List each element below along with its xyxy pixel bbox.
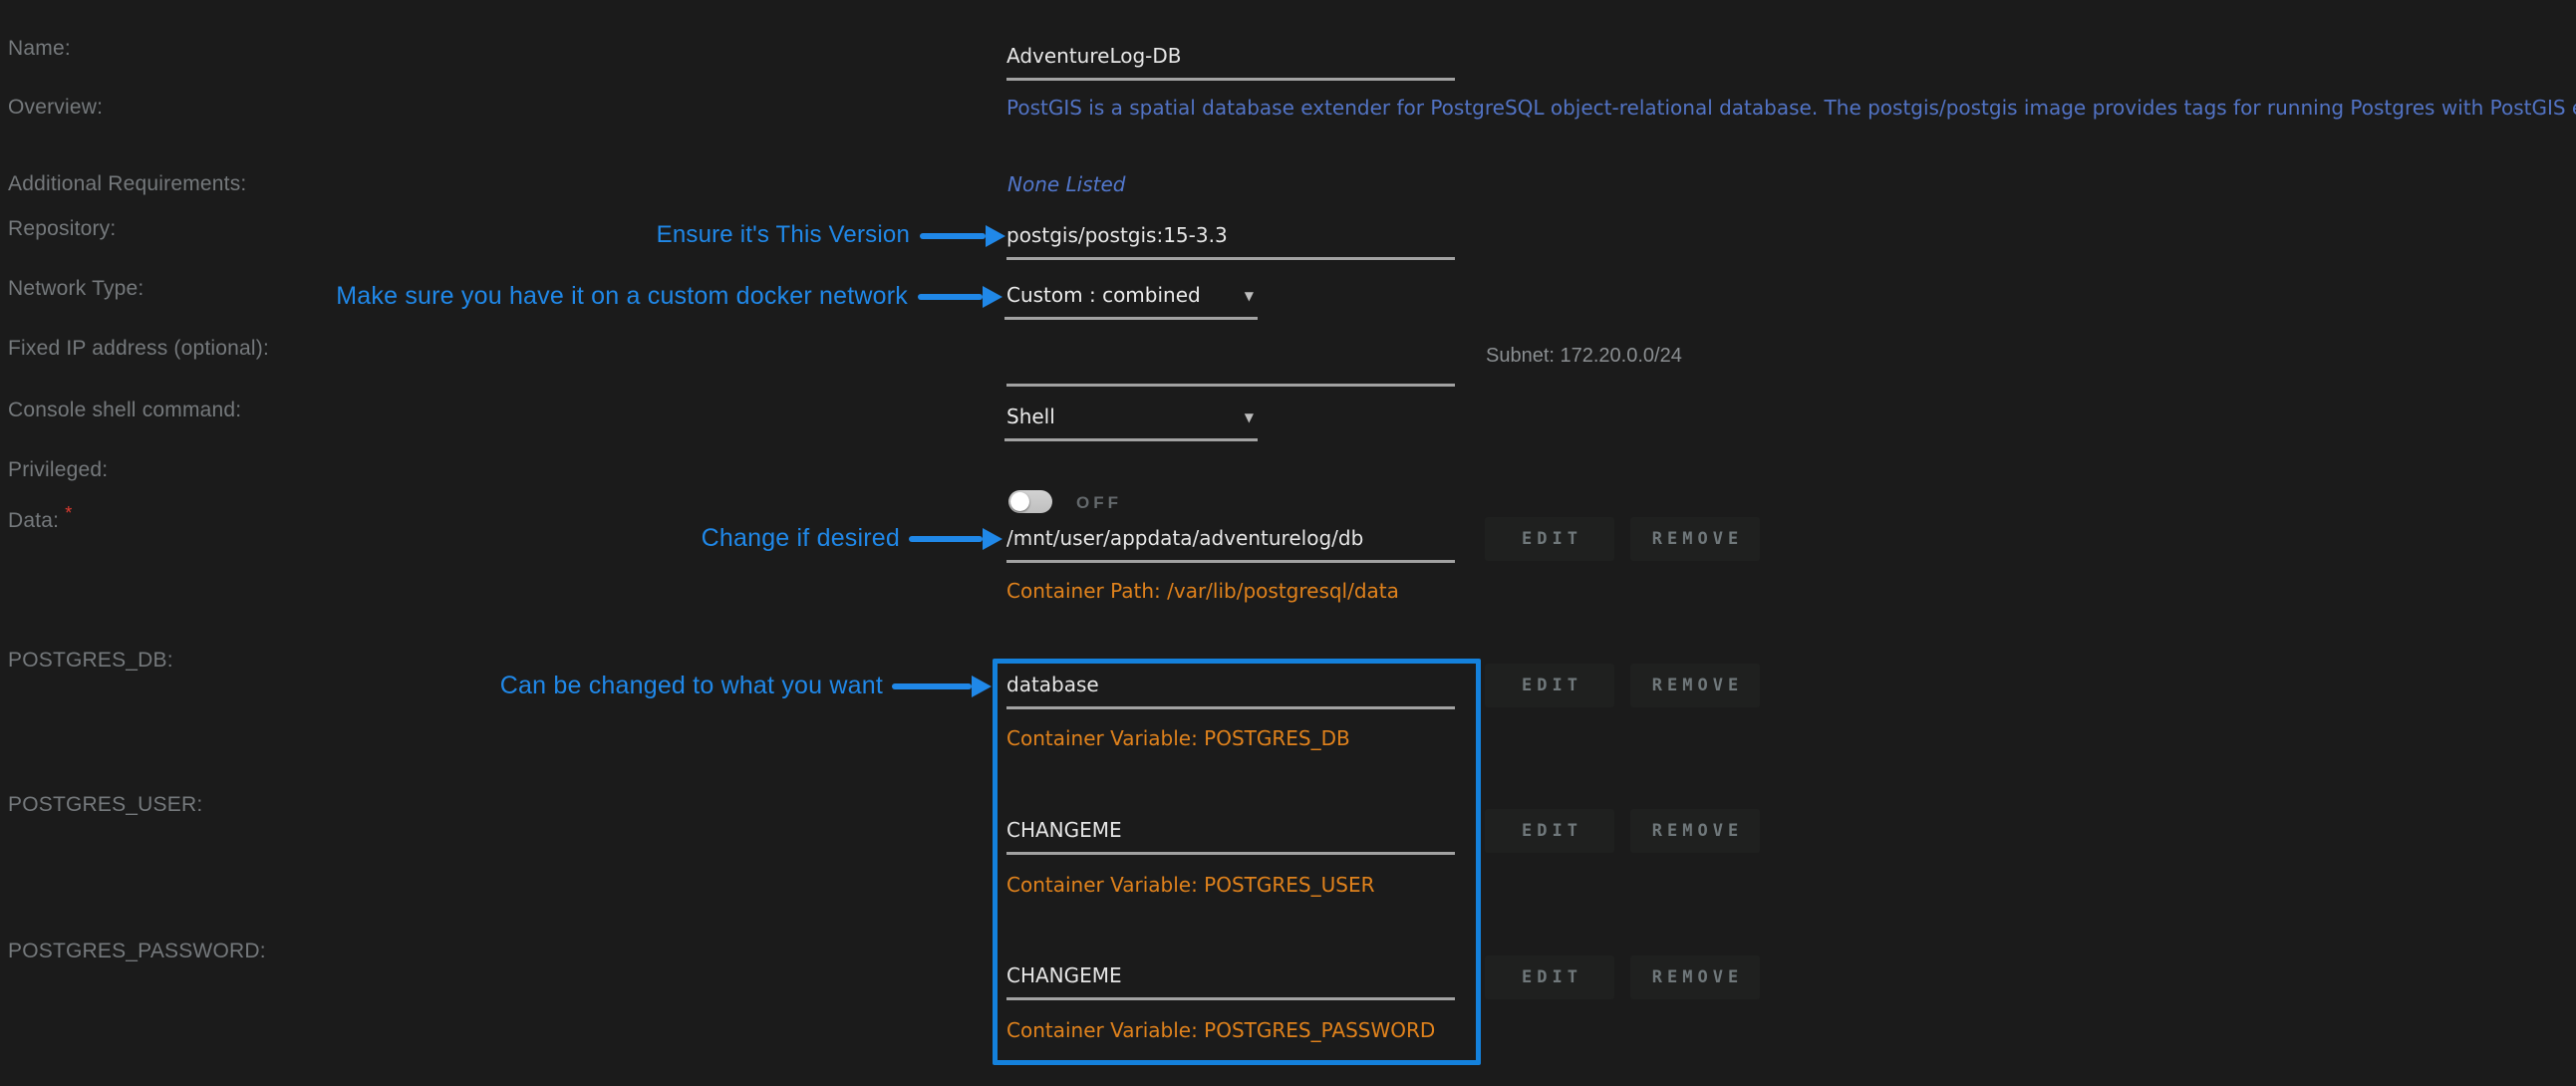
postgres-user-input[interactable] (1006, 818, 1455, 855)
annotation-data: Change if desired (601, 524, 900, 553)
network-type-selected-value: Custom : combined (1006, 283, 1201, 307)
privileged-toggle[interactable] (1008, 490, 1052, 513)
name-label: Name: (8, 36, 71, 62)
data-label-text: Data: (8, 509, 59, 532)
annotation-postgres-db: Can be changed to what you want (434, 672, 883, 700)
privileged-toggle-state: OFF (1076, 493, 1122, 513)
toggle-knob-icon (1010, 492, 1029, 511)
annotation-data-arrow (909, 536, 983, 542)
console-shell-selected-value: Shell (1006, 405, 1055, 428)
arrow-head-icon (972, 676, 992, 697)
chevron-down-icon: ▼ (1245, 289, 1254, 303)
overview-label: Overview: (8, 95, 103, 121)
data-remove-button[interactable]: REMOVE (1630, 517, 1760, 561)
arrow-head-icon (983, 286, 1002, 308)
overview-text: PostGIS is a spatial database extender f… (1006, 96, 2576, 120)
additional-requirements-value: None Listed (1007, 172, 1126, 196)
docker-container-settings-page: Name: Overview: Additional Requirements:… (0, 0, 2576, 1086)
console-shell-label: Console shell command: (8, 398, 241, 423)
highlight-box (993, 659, 1481, 1065)
postgres-db-input[interactable] (1006, 673, 1455, 709)
privileged-label: Privileged: (8, 457, 108, 483)
chevron-down-icon: ▼ (1245, 410, 1254, 424)
postgres-user-variable-helper: Container Variable: POSTGRES_USER (1006, 873, 1374, 897)
postgres-db-variable-helper: Container Variable: POSTGRES_DB (1006, 726, 1350, 750)
postgres-password-edit-button[interactable]: EDIT (1485, 955, 1614, 999)
postgres-password-variable-helper: Container Variable: POSTGRES_PASSWORD (1006, 1018, 1435, 1042)
additional-requirements-label: Additional Requirements: (8, 171, 246, 197)
postgres-db-remove-button[interactable]: REMOVE (1630, 664, 1760, 707)
postgres-password-label: POSTGRES_PASSWORD: (8, 939, 266, 964)
data-container-path-helper: Container Path: /var/lib/postgresql/data (1006, 579, 1399, 603)
postgres-db-label: POSTGRES_DB: (8, 648, 173, 674)
annotation-repository-arrow (920, 233, 986, 239)
repository-label: Repository: (8, 216, 116, 242)
subnet-info: Subnet: 172.20.0.0/24 (1486, 345, 1682, 368)
postgres-user-label: POSTGRES_USER: (8, 792, 202, 818)
annotation-repository: Ensure it's This Version (561, 221, 910, 249)
postgres-user-edit-button[interactable]: EDIT (1485, 809, 1614, 853)
fixed-ip-label: Fixed IP address (optional): (8, 336, 269, 362)
name-input[interactable] (1006, 44, 1455, 81)
required-asterisk: * (65, 503, 72, 523)
data-edit-button[interactable]: EDIT (1485, 517, 1614, 561)
arrow-head-icon (986, 225, 1005, 247)
console-shell-select[interactable]: ▼ Shell (1004, 405, 1258, 441)
annotation-postgres-db-arrow (892, 683, 972, 689)
data-label: Data: * (8, 500, 72, 534)
network-type-label: Network Type: (8, 276, 143, 302)
network-type-select[interactable]: ▼ Custom : combined (1004, 283, 1258, 320)
postgres-db-edit-button[interactable]: EDIT (1485, 664, 1614, 707)
repository-input[interactable] (1006, 223, 1455, 260)
arrow-head-icon (983, 528, 1002, 550)
data-path-input[interactable] (1006, 526, 1455, 563)
postgres-password-input[interactable] (1006, 963, 1455, 1000)
postgres-password-remove-button[interactable]: REMOVE (1630, 955, 1760, 999)
annotation-network-arrow (918, 294, 983, 300)
postgres-user-remove-button[interactable]: REMOVE (1630, 809, 1760, 853)
annotation-network: Make sure you have it on a custom docker… (239, 282, 908, 311)
fixed-ip-input[interactable] (1006, 350, 1455, 387)
